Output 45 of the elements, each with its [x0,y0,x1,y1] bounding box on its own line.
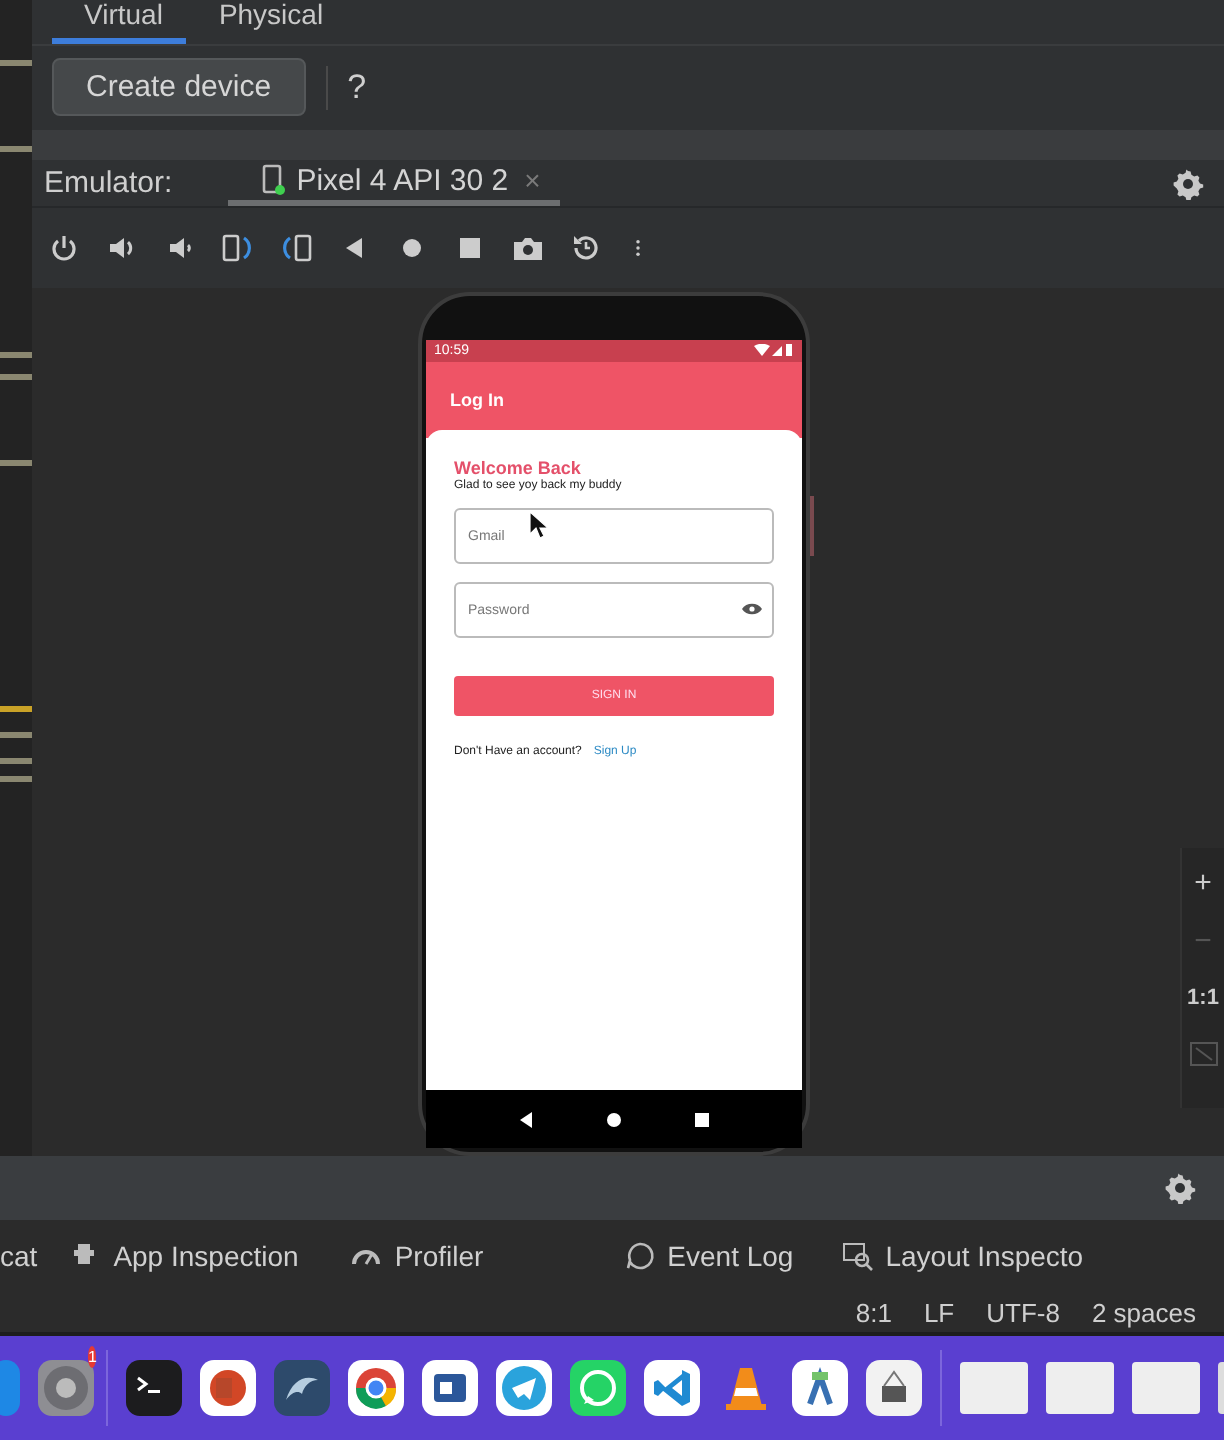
notification-badge: 1 [88,1345,97,1367]
settings-icon[interactable] [38,1360,94,1416]
signal-icon [754,344,794,359]
overview-icon[interactable] [694,1111,710,1128]
window-thumbnail[interactable] [960,1362,1029,1414]
zoom-in-button[interactable]: + [1194,868,1212,899]
app-bar-title: Log In [450,390,504,411]
status-bar-item[interactable]: LF [923,1297,955,1327]
settings-icon[interactable] [1164,1172,1196,1204]
inspect-icon [841,1240,874,1272]
browser-icon[interactable] [348,1360,405,1416]
help-button[interactable]: ? [347,67,367,108]
emulator-label: Emulator: [44,166,173,201]
code-editor-icon[interactable] [644,1360,701,1416]
tool-window-button[interactable]: Layout Inspecto [841,1240,1084,1272]
home-icon[interactable] [606,1111,622,1128]
settings-icon[interactable] [1172,167,1204,200]
eye-icon[interactable] [742,602,762,617]
rotate-left-icon[interactable] [222,232,254,265]
status-bar-item[interactable]: 8:1 [855,1297,892,1327]
back-icon[interactable] [518,1111,534,1128]
chat-icon[interactable] [570,1360,627,1416]
paper-plane-icon[interactable] [496,1360,553,1416]
create-device-button[interactable]: Create device [52,58,306,117]
window-thumbnail[interactable] [1046,1362,1115,1414]
device-tab[interactable]: Physical [186,0,348,44]
terminal-icon[interactable] [126,1360,183,1416]
android-studio-icon[interactable] [792,1360,849,1416]
rotate-right-icon[interactable] [280,232,312,265]
tool-window-button[interactable]: Profiler [350,1240,484,1272]
tool-window-button[interactable]: Event Log [623,1240,794,1272]
power-icon[interactable] [48,232,80,265]
status-bar-item[interactable]: 2 spaces [1091,1297,1196,1327]
status-bar-item[interactable]: UTF-8 [986,1297,1060,1327]
actual-size-button[interactable]: 1:1 [1187,984,1219,1015]
tool-window-button[interactable]: cat [0,1240,38,1272]
tool-window-button[interactable]: App Inspection [69,1240,299,1272]
mouse-cursor-icon [530,512,548,539]
phone-icon [260,164,289,197]
snapshot-icon[interactable] [570,232,602,265]
camera-icon[interactable] [512,232,544,265]
speech-bubble-icon [623,1240,656,1272]
welcome-heading: Welcome Back [454,458,583,479]
window-thumbnail[interactable] [1132,1362,1201,1414]
document-icon[interactable] [422,1360,479,1416]
